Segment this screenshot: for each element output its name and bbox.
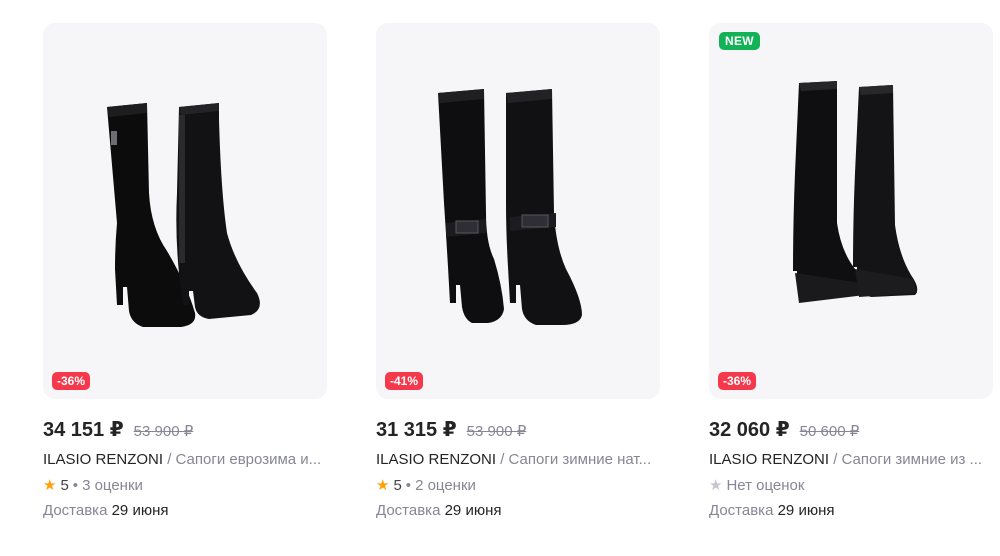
product-image[interactable]: -36% <box>43 23 327 399</box>
rating-dot: • <box>72 477 79 494</box>
delivery-date: 29 июня <box>777 502 835 519</box>
brand-name: ILASIO RENZONI <box>43 451 164 468</box>
rating-row: ★ 5 • 2 оценки <box>376 477 660 494</box>
current-price: 32 060 ₽ <box>709 419 790 441</box>
reviews-count[interactable]: 2 оценки <box>415 477 476 494</box>
product-card[interactable]: -36% 34 151 ₽ 53 900 ₽ ILASIO RENZONI / … <box>43 23 327 519</box>
delivery-date: 29 июня <box>444 502 502 519</box>
discount-badge: -41% <box>385 372 424 390</box>
reviews-count: Нет оценок <box>726 477 805 494</box>
delivery-label: Доставка <box>43 502 108 519</box>
star-icon: ★ <box>709 477 723 494</box>
product-title[interactable]: ILASIO RENZONI / Сапоги еврозима и... <box>43 451 327 468</box>
current-price: 31 315 ₽ <box>376 419 457 441</box>
price-row: 34 151 ₽ 53 900 ₽ <box>43 417 327 442</box>
new-badge: NEW <box>719 32 760 50</box>
product-name: Сапоги зимние нат... <box>508 451 652 468</box>
delivery-info: Доставка 29 июня <box>709 502 993 519</box>
delivery-info: Доставка 29 июня <box>376 502 660 519</box>
product-card[interactable]: NEW -36% 32 060 ₽ 50 600 ₽ ILASIO RENZON… <box>709 23 993 519</box>
title-separator: / <box>163 451 176 468</box>
brand-name: ILASIO RENZONI <box>709 451 830 468</box>
rating-value: 5 <box>60 477 69 494</box>
product-name: Сапоги еврозима и... <box>175 451 322 468</box>
title-separator: / <box>829 451 842 468</box>
delivery-label: Доставка <box>709 502 774 519</box>
rating-value: 5 <box>393 477 402 494</box>
product-grid: -36% 34 151 ₽ 53 900 ₽ ILASIO RENZONI / … <box>43 23 993 519</box>
price-row: 32 060 ₽ 50 600 ₽ <box>709 417 993 442</box>
rating-row: ★ 5 • 3 оценки <box>43 477 327 494</box>
old-price: 53 900 ₽ <box>133 423 194 440</box>
delivery-date: 29 июня <box>111 502 169 519</box>
brand-name: ILASIO RENZONI <box>376 451 497 468</box>
product-title[interactable]: ILASIO RENZONI / Сапоги зимние из ... <box>709 451 993 468</box>
boots-image <box>107 103 260 327</box>
star-icon: ★ <box>376 477 390 494</box>
current-price: 34 151 ₽ <box>43 419 124 441</box>
product-image[interactable]: NEW -36% <box>709 23 993 399</box>
old-price: 50 600 ₽ <box>799 423 860 440</box>
old-price: 53 900 ₽ <box>466 423 527 440</box>
delivery-label: Доставка <box>376 502 441 519</box>
title-separator: / <box>496 451 509 468</box>
rating-dot: • <box>405 477 412 494</box>
discount-badge: -36% <box>52 372 91 390</box>
star-icon: ★ <box>43 477 57 494</box>
price-row: 31 315 ₽ 53 900 ₽ <box>376 417 660 442</box>
reviews-count[interactable]: 3 оценки <box>82 477 143 494</box>
product-title[interactable]: ILASIO RENZONI / Сапоги зимние нат... <box>376 451 660 468</box>
boots-image <box>793 81 918 303</box>
delivery-info: Доставка 29 июня <box>43 502 327 519</box>
discount-badge: -36% <box>718 372 757 390</box>
product-name: Сапоги зимние из ... <box>841 451 983 468</box>
rating-row: ★ Нет оценок <box>709 477 993 494</box>
product-card[interactable]: -41% 31 315 ₽ 53 900 ₽ ILASIO RENZONI / … <box>376 23 660 519</box>
product-image[interactable]: -41% <box>376 23 660 399</box>
boots-image <box>438 89 582 325</box>
